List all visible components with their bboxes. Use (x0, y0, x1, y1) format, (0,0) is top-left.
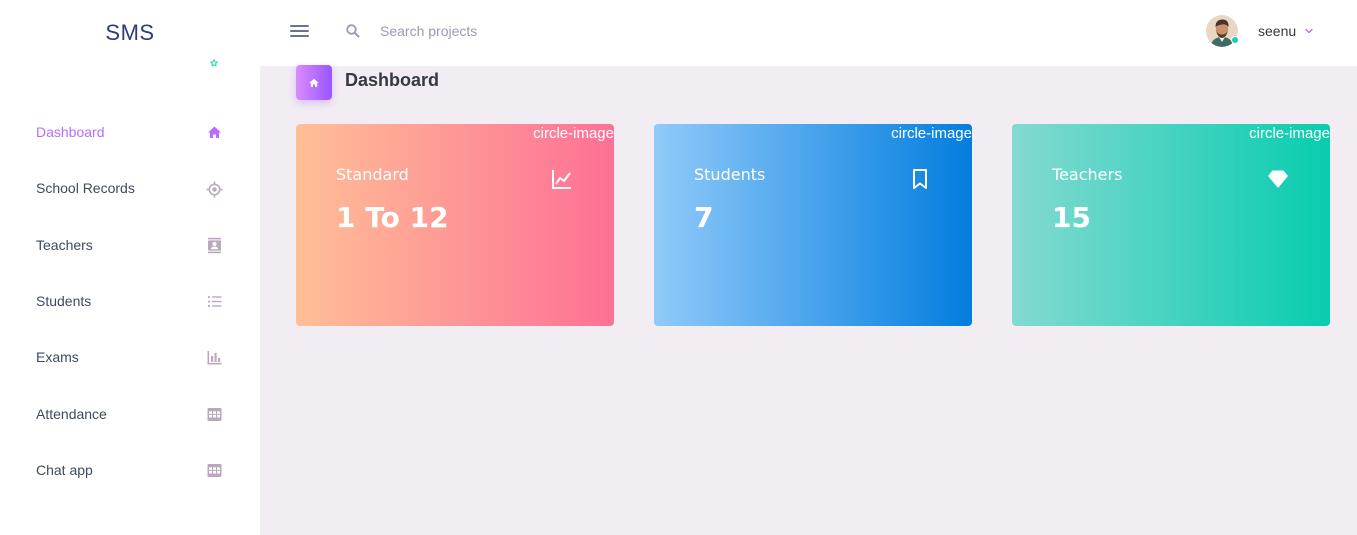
sidebar-item-chat-app[interactable]: Chat app (0, 450, 260, 490)
sidebar-item-label: Chat app (36, 462, 93, 478)
circle-image-alt-text: circle-image (891, 125, 972, 142)
card-value: 7 (694, 201, 714, 234)
circle-image-alt-text: circle-image (533, 125, 614, 142)
brand-logo[interactable]: SMS (0, 0, 260, 66)
card-label: Teachers (1052, 165, 1123, 184)
sidebar-item-label: Students (36, 293, 92, 309)
table-large-icon (207, 463, 222, 477)
sidebar-item-school-records[interactable]: School Records (0, 168, 260, 208)
stat-card-standard: circle-image Standard 1 To 12 (296, 124, 614, 326)
sidebar-item-students[interactable]: Students (0, 281, 260, 321)
online-status-dot (1231, 36, 1239, 44)
search-input[interactable] (380, 18, 680, 44)
brand-name[interactable]: SMS (105, 20, 154, 46)
bookmark-outline-icon (913, 169, 927, 189)
home-icon (309, 78, 319, 87)
chart-bar-icon (207, 350, 222, 364)
top-navbar: SMS seenu (0, 0, 1357, 66)
card-value: 1 To 12 (336, 201, 449, 234)
stat-card-teachers: circle-image Teachers 15 (1012, 124, 1330, 326)
profile-dropdown[interactable]: seenu (1206, 14, 1314, 48)
page-title-icon (296, 65, 332, 100)
hamburger-menu-icon[interactable] (290, 22, 312, 42)
sidebar-item-attendance[interactable]: Attendance (0, 394, 260, 434)
diamond-icon (1268, 170, 1288, 188)
sidebar-item-teachers[interactable]: Teachers (0, 225, 260, 265)
sidebar-item-label: Exams (36, 349, 79, 365)
search-icon (346, 24, 360, 38)
sidebar-item-dashboard[interactable]: Dashboard (0, 112, 260, 152)
sidebar: Dashboard School Records Teachers Studen… (0, 59, 260, 535)
card-label: Standard (336, 165, 409, 184)
stat-card-students: circle-image Students 7 (654, 124, 972, 326)
home-icon (208, 126, 221, 138)
circle-image-alt-text: circle-image (1249, 125, 1330, 142)
sidebar-item-label: Dashboard (36, 124, 105, 140)
card-value: 15 (1052, 201, 1091, 234)
contacts-icon (208, 237, 221, 253)
main-content: Dashboard circle-image Standard 1 To 12 … (260, 65, 1357, 535)
crosshairs-icon (206, 181, 223, 198)
sidebar-item-label: Teachers (36, 237, 93, 253)
sidebar-item-label: School Records (36, 180, 135, 196)
sidebar-item-label: Attendance (36, 406, 107, 422)
profile-name[interactable]: seenu (1258, 23, 1296, 39)
page-title: Dashboard (345, 70, 440, 90)
table-large-icon (207, 407, 222, 421)
bookmark-star-icon (210, 59, 218, 67)
format-list-bulleted-icon (207, 295, 222, 307)
chart-line-icon (552, 170, 571, 189)
avatar[interactable] (1206, 15, 1239, 47)
sidebar-item-exams[interactable]: Exams (0, 337, 260, 377)
chevron-down-icon[interactable] (1304, 26, 1314, 36)
card-label: Students (694, 165, 766, 184)
